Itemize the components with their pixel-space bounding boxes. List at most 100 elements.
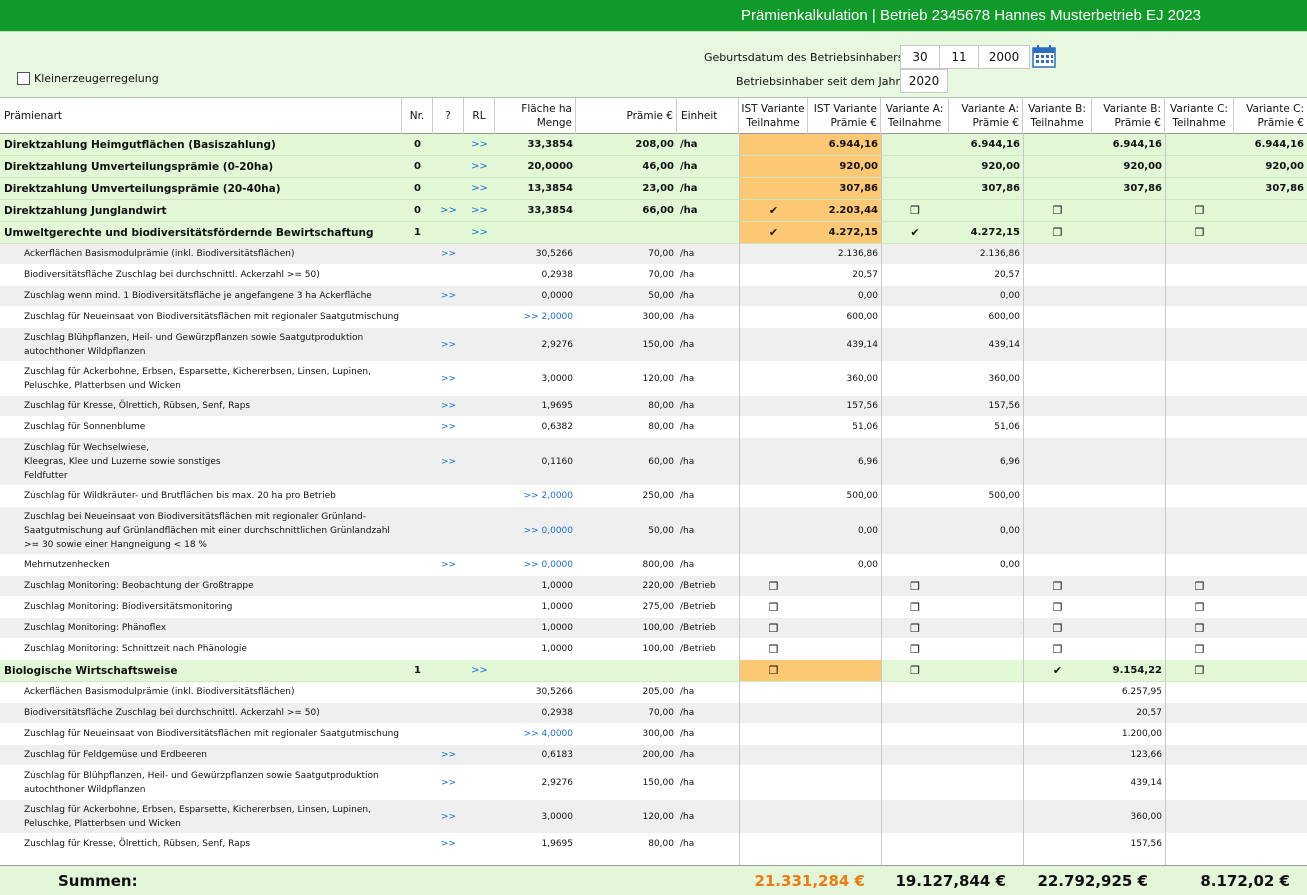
kleinerzeuger-checkbox[interactable]: Kleinerzeugerregelung xyxy=(17,72,159,85)
col-b-praemie[interactable]: Variante B: Prämie € xyxy=(1092,98,1165,134)
detail-link[interactable]: >> xyxy=(433,555,464,575)
checkbox-icon[interactable]: ❐ xyxy=(1165,639,1234,659)
col-c-teilnahme[interactable]: Variante C: Teilnahme xyxy=(1165,98,1234,134)
col-nr[interactable]: Nr. xyxy=(402,98,433,134)
checkbox-icon[interactable]: ❐ xyxy=(1165,200,1234,221)
table-row[interactable]: Zuschlag für Sonnenblume >> 0,6382 80,00/ha… xyxy=(0,417,1307,438)
col-flaeche[interactable]: Fläche ha Menge xyxy=(495,98,576,134)
geb-monat-input[interactable]: 11 xyxy=(939,45,979,69)
checkbox-icon[interactable]: ❐ xyxy=(1023,639,1092,659)
table-row[interactable]: Zuschlag für Ackerbohne, Erbsen, Esparse… xyxy=(0,362,1307,396)
table-row[interactable]: Zuschlag für Feldgemüse und Erdbeeren >> 0… xyxy=(0,745,1307,766)
col-ist-teilnahme[interactable]: IST Variante Teilnahme xyxy=(739,98,808,134)
checkbox-icon[interactable]: ❐ xyxy=(1023,576,1092,596)
checkbox-icon[interactable]: ❐ xyxy=(881,639,949,659)
detail-link[interactable]: >> 0,0000 xyxy=(495,507,576,554)
table-row[interactable]: Zuschlag für Kresse, Ölrettich, Rübsen, … xyxy=(0,834,1307,855)
checkbox-icon[interactable]: ❐ xyxy=(1165,576,1234,596)
col-a-praemie[interactable]: Variante A: Prämie € xyxy=(949,98,1023,134)
checkbox-icon[interactable]: ❐ xyxy=(881,200,949,221)
checkbox-icon[interactable]: ❐ xyxy=(1023,597,1092,617)
detail-link[interactable]: >> 2,0000 xyxy=(495,307,576,327)
checkbox-icon[interactable]: ❐ xyxy=(739,597,808,617)
detail-link[interactable]: >> xyxy=(433,438,464,485)
detail-link[interactable]: >> 2,0000 xyxy=(495,486,576,506)
detail-link[interactable]: >> xyxy=(464,222,495,243)
table-row-main[interactable]: Direktzahlung Junglandwirt 0 >> >> 33,3854 66… xyxy=(0,200,1307,222)
check-icon[interactable]: ✔ xyxy=(739,200,808,221)
table-row[interactable]: Biodiversitätsfläche Zuschlag bei durchs… xyxy=(0,703,1307,724)
col-rl[interactable]: RL xyxy=(464,98,495,134)
table-row[interactable]: Zuschlag wenn mind. 1 Biodiversitätsfläc… xyxy=(0,286,1307,307)
table-row[interactable]: Zuschlag für Ackerbohne, Erbsen, Esparse… xyxy=(0,800,1307,834)
detail-link[interactable]: >> xyxy=(433,396,464,416)
col-einheit[interactable]: Einheit xyxy=(677,98,739,134)
checkbox-icon[interactable]: ❐ xyxy=(739,576,808,596)
detail-link[interactable]: >> xyxy=(433,200,464,221)
check-icon[interactable]: ✔ xyxy=(1023,660,1092,681)
detail-link[interactable]: >> 0,0000 xyxy=(495,555,576,575)
table-row[interactable]: Zuschlag für Kresse, Ölrettich, Rübsen, … xyxy=(0,396,1307,417)
table-row[interactable]: Ackerflächen Basismodulprämie (inkl. Bio… xyxy=(0,244,1307,265)
detail-link[interactable]: >> xyxy=(433,800,464,833)
table-row[interactable]: Zuschlag für Blühpflanzen, Heil- und Gew… xyxy=(0,766,1307,800)
table-row[interactable]: Zuschlag Blühpflanzen, Heil- und Gewürzp… xyxy=(0,328,1307,362)
calendar-icon[interactable] xyxy=(1032,45,1056,68)
check-icon[interactable]: ✔ xyxy=(881,222,949,243)
inhaber-seit-input[interactable]: 2020 xyxy=(900,69,948,93)
table-row[interactable]: Ackerflächen Basismodulprämie (inkl. Bio… xyxy=(0,682,1307,703)
table-row[interactable]: Biodiversitätsfläche Zuschlag bei durchs… xyxy=(0,265,1307,286)
checkbox-icon[interactable]: ❐ xyxy=(739,660,808,681)
checkbox-icon[interactable]: ❐ xyxy=(881,576,949,596)
table-row[interactable]: Zuschlag Monitoring: Biodiversitätsmonit… xyxy=(0,597,1307,618)
table-row[interactable]: Zuschlag Monitoring: Phänoflex 1,0000 100,… xyxy=(0,618,1307,639)
detail-link[interactable]: >> xyxy=(464,134,495,155)
table-row[interactable]: Zuschlag für Neueinsaat von Biodiversitä… xyxy=(0,724,1307,745)
table-row[interactable]: Zuschlag bei Neueinsaat von Biodiversitä… xyxy=(0,507,1307,555)
checkbox-icon[interactable]: ❐ xyxy=(1165,597,1234,617)
check-icon[interactable]: ✔ xyxy=(739,222,808,243)
table-row-main[interactable]: Direktzahlung Umverteilungsprämie (0-20h… xyxy=(0,156,1307,178)
checkbox-icon[interactable]: ❐ xyxy=(739,639,808,659)
detail-link[interactable]: >> xyxy=(433,834,464,854)
detail-link[interactable]: >> xyxy=(433,766,464,799)
col-praemienart[interactable]: Prämienart xyxy=(0,98,402,134)
col-ist-praemie[interactable]: IST Variante Prämie € xyxy=(808,98,881,134)
detail-link[interactable]: >> xyxy=(433,328,464,361)
table-row[interactable]: Mehrnutzenhecken >> >> 0,0000 800,00/ha 0,00… xyxy=(0,555,1307,576)
geb-tag-input[interactable]: 30 xyxy=(900,45,940,69)
checkbox-icon[interactable]: ❐ xyxy=(1165,222,1234,243)
checkbox-icon[interactable]: ❐ xyxy=(1023,200,1092,221)
col-c-praemie[interactable]: Variante C: Prämie € xyxy=(1234,98,1307,134)
detail-link[interactable]: >> xyxy=(433,362,464,395)
table-row-main[interactable]: Biologische Wirtschaftsweise 1 >> ❐ ❐ ✔ 9.154,… xyxy=(0,660,1307,682)
col-help[interactable]: ? xyxy=(433,98,464,134)
geb-jahr-input[interactable]: 2000 xyxy=(978,45,1030,69)
checkbox-icon[interactable]: ❐ xyxy=(881,618,949,638)
col-b-teilnahme[interactable]: Variante B: Teilnahme xyxy=(1023,98,1092,134)
table-row[interactable]: Zuschlag Monitoring: Beobachtung der Gro… xyxy=(0,576,1307,597)
checkbox-icon[interactable]: ❐ xyxy=(1023,222,1092,243)
checkbox-icon[interactable]: ❐ xyxy=(881,660,949,681)
table-row[interactable]: Zuschlag für Wechselwiese, Kleegras, Kle… xyxy=(0,438,1307,486)
table-row[interactable]: Zuschlag Monitoring: Schnittzeit nach Ph… xyxy=(0,639,1307,660)
detail-link[interactable]: >> xyxy=(433,244,464,264)
table-row[interactable]: Zuschlag für Neueinsaat von Biodiversitä… xyxy=(0,307,1307,328)
detail-link[interactable]: >> xyxy=(433,286,464,306)
col-a-teilnahme[interactable]: Variante A: Teilnahme xyxy=(881,98,949,134)
detail-link[interactable]: >> 4,0000 xyxy=(495,724,576,744)
table-row-main[interactable]: Direktzahlung Heimgutflächen (Basiszahlu… xyxy=(0,134,1307,156)
detail-link[interactable]: >> xyxy=(433,745,464,765)
table-row[interactable]: Zuschlag für Wildkräuter- und Brutfläche… xyxy=(0,486,1307,507)
checkbox-icon[interactable]: ❐ xyxy=(1165,660,1234,681)
table-row-main[interactable]: Direktzahlung Umverteilungsprämie (20-40… xyxy=(0,178,1307,200)
detail-link[interactable]: >> xyxy=(464,156,495,177)
detail-link[interactable]: >> xyxy=(464,660,495,681)
checkbox-icon[interactable]: ❐ xyxy=(1165,618,1234,638)
col-praemie[interactable]: Prämie € xyxy=(576,98,677,134)
checkbox-icon[interactable]: ❐ xyxy=(881,597,949,617)
detail-link[interactable]: >> xyxy=(464,200,495,221)
detail-link[interactable]: >> xyxy=(464,178,495,199)
table-row-main[interactable]: Umweltgerechte und biodiversitätsfördern… xyxy=(0,222,1307,244)
checkbox-icon[interactable]: ❐ xyxy=(1023,618,1092,638)
